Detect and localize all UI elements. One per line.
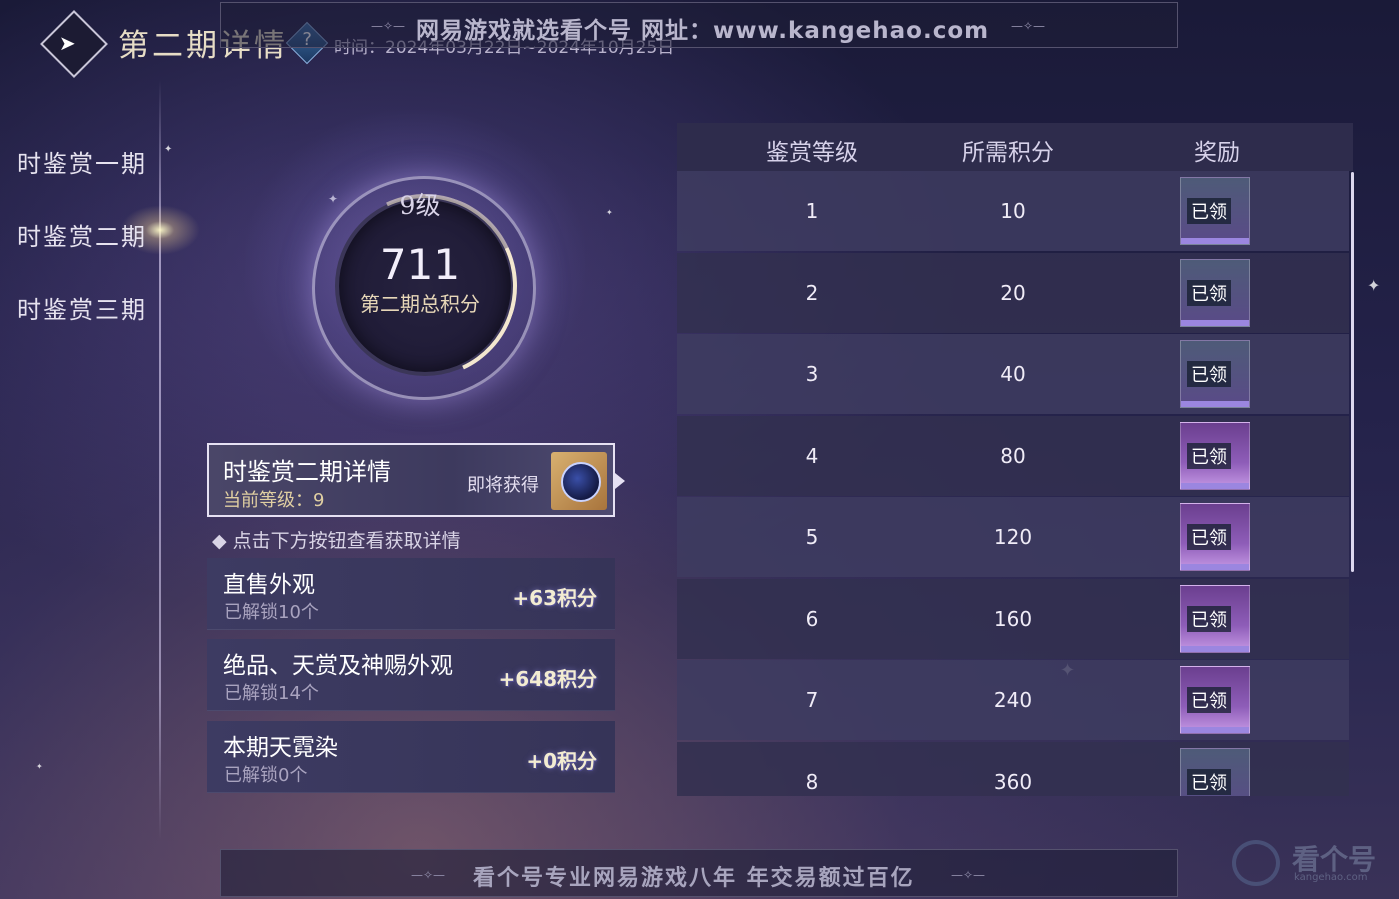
source-unlocked: 已解锁14个 — [224, 683, 319, 704]
nav-item-period-1[interactable]: 时鉴赏一期 — [17, 144, 147, 179]
row-points: 20 — [1000, 280, 1026, 305]
table-scrollbar[interactable] — [1351, 172, 1354, 572]
claimed-badge: 已领 — [1187, 524, 1231, 550]
source-unlocked: 已解锁0个 — [224, 765, 308, 786]
nav-item-period-2[interactable]: 时鉴赏二期 — [17, 217, 147, 252]
table-row: 4 80 已领 — [677, 415, 1349, 496]
row-level: 7 — [805, 688, 819, 712]
row-level: 2 — [805, 280, 819, 305]
claimed-badge: 已领 — [1187, 687, 1231, 713]
watermark-logo: 看个号 kangehao.com — [1232, 838, 1382, 888]
reward-table[interactable]: 鉴赏等级 所需积分 奖励 1 10 已领 2 20 已领 3 40 已领 4 80 已领 5 120 已领 6… — [677, 123, 1353, 796]
row-level: 3 — [805, 362, 819, 386]
reward-item[interactable]: 已领 — [1180, 666, 1250, 734]
reward-item[interactable]: 已领 — [1180, 258, 1250, 327]
row-points: 40 — [1000, 362, 1026, 386]
source-card-premium[interactable]: 绝品、天赏及神赐外观 已解锁14个 +648积分 — [207, 639, 615, 711]
source-points: +648积分 — [498, 667, 597, 691]
source-name: 直售外观 — [223, 572, 315, 598]
reward-item[interactable]: 已领 — [1180, 747, 1250, 796]
reward-item[interactable]: 已领 — [1180, 177, 1250, 245]
hint-text: ◆ 点击下方按钮查看获取详情 — [212, 530, 461, 552]
row-points: 120 — [993, 525, 1033, 549]
row-points: 160 — [993, 606, 1033, 631]
nav-divider — [159, 80, 161, 840]
row-level: 8 — [805, 769, 819, 794]
table-row: 6 160 已领 — [677, 578, 1349, 659]
total-score-label: 第二期总积分 — [360, 292, 480, 316]
eye-shield-icon — [1232, 840, 1280, 886]
source-unlocked: 已解锁10个 — [224, 602, 319, 623]
watermark-banner-top: —✧— 网易游戏就选看个号 网址：www.kangehao.com —✧— — [220, 2, 1178, 48]
row-points: 10 — [1000, 199, 1026, 223]
watermark-banner-bottom: —✧— 看个号专业网易游戏八年 年交易额过百亿 —✧— — [220, 849, 1178, 897]
period-detail-card[interactable]: 时鉴赏二期详情 当前等级：9 即将获得 — [207, 443, 625, 517]
reward-rarity-bar — [1181, 238, 1249, 244]
row-points: 80 — [1000, 443, 1026, 468]
claimed-badge: 已领 — [1187, 279, 1231, 306]
current-level: 9级 — [399, 191, 441, 220]
table-row: 8 360 已领 — [677, 741, 1349, 796]
source-card-direct[interactable]: 直售外观 已解锁10个 +63积分 — [207, 558, 615, 630]
row-level: 4 — [805, 443, 819, 468]
reward-item[interactable]: 已领 — [1180, 340, 1250, 408]
header-reward: 奖励 — [1194, 140, 1240, 166]
row-level: 6 — [805, 606, 819, 631]
reward-item[interactable]: 已领 — [1180, 584, 1250, 653]
orb-reward-icon — [561, 462, 601, 502]
table-row: 7 240 已领 — [677, 660, 1349, 740]
reward-rarity-bar — [1181, 401, 1249, 407]
source-points: +0积分 — [526, 749, 597, 773]
source-card-dye[interactable]: 本期天霓染 已解锁0个 +0积分 — [207, 721, 615, 793]
source-name: 本期天霓染 — [223, 735, 338, 761]
row-points: 240 — [993, 688, 1033, 712]
detail-current-level: 当前等级：9 — [223, 490, 325, 511]
table-row: 2 20 已领 — [677, 252, 1349, 333]
back-button[interactable]: ➤ — [40, 10, 108, 78]
upcoming-reward[interactable] — [551, 452, 607, 510]
reward-item[interactable]: 已领 — [1180, 421, 1250, 490]
header-level: 鉴赏等级 — [766, 140, 858, 166]
upcoming-label: 即将获得 — [467, 475, 539, 496]
claimed-badge: 已领 — [1187, 442, 1231, 469]
source-points: +63积分 — [512, 586, 597, 610]
source-name: 绝品、天赏及神赐外观 — [223, 653, 453, 679]
nav-item-period-3[interactable]: 时鉴赏三期 — [17, 290, 147, 325]
reward-rarity-bar — [1181, 645, 1249, 652]
table-header: 鉴赏等级 所需积分 奖励 — [677, 123, 1353, 171]
row-points: 360 — [993, 769, 1033, 794]
reward-item[interactable]: 已领 — [1180, 503, 1250, 571]
arrow-left-icon: ➤ — [58, 30, 76, 55]
header-points: 所需积分 — [962, 140, 1054, 166]
claimed-badge: 已领 — [1187, 361, 1231, 387]
table-row: 1 10 已领 — [677, 171, 1349, 251]
logo-sub: kangehao.com — [1294, 872, 1368, 883]
total-score: 711 — [379, 240, 461, 289]
claimed-badge: 已领 — [1187, 768, 1231, 795]
claimed-badge: 已领 — [1187, 605, 1231, 632]
claimed-badge: 已领 — [1187, 198, 1231, 224]
reward-rarity-bar — [1181, 727, 1249, 733]
table-row: 3 40 已领 — [677, 334, 1349, 414]
row-level: 5 — [805, 525, 819, 549]
detail-title: 时鉴赏二期详情 — [223, 458, 391, 486]
reward-rarity-bar — [1181, 482, 1249, 489]
row-level: 1 — [805, 199, 819, 223]
watermark-text: 看个号专业网易游戏八年 年交易额过百亿 — [473, 866, 915, 891]
reward-rarity-bar — [1181, 319, 1249, 326]
table-row: 5 120 已领 — [677, 497, 1349, 577]
watermark-text: 网易游戏就选看个号 网址：www.kangehao.com — [416, 18, 990, 44]
reward-rarity-bar — [1181, 564, 1249, 570]
